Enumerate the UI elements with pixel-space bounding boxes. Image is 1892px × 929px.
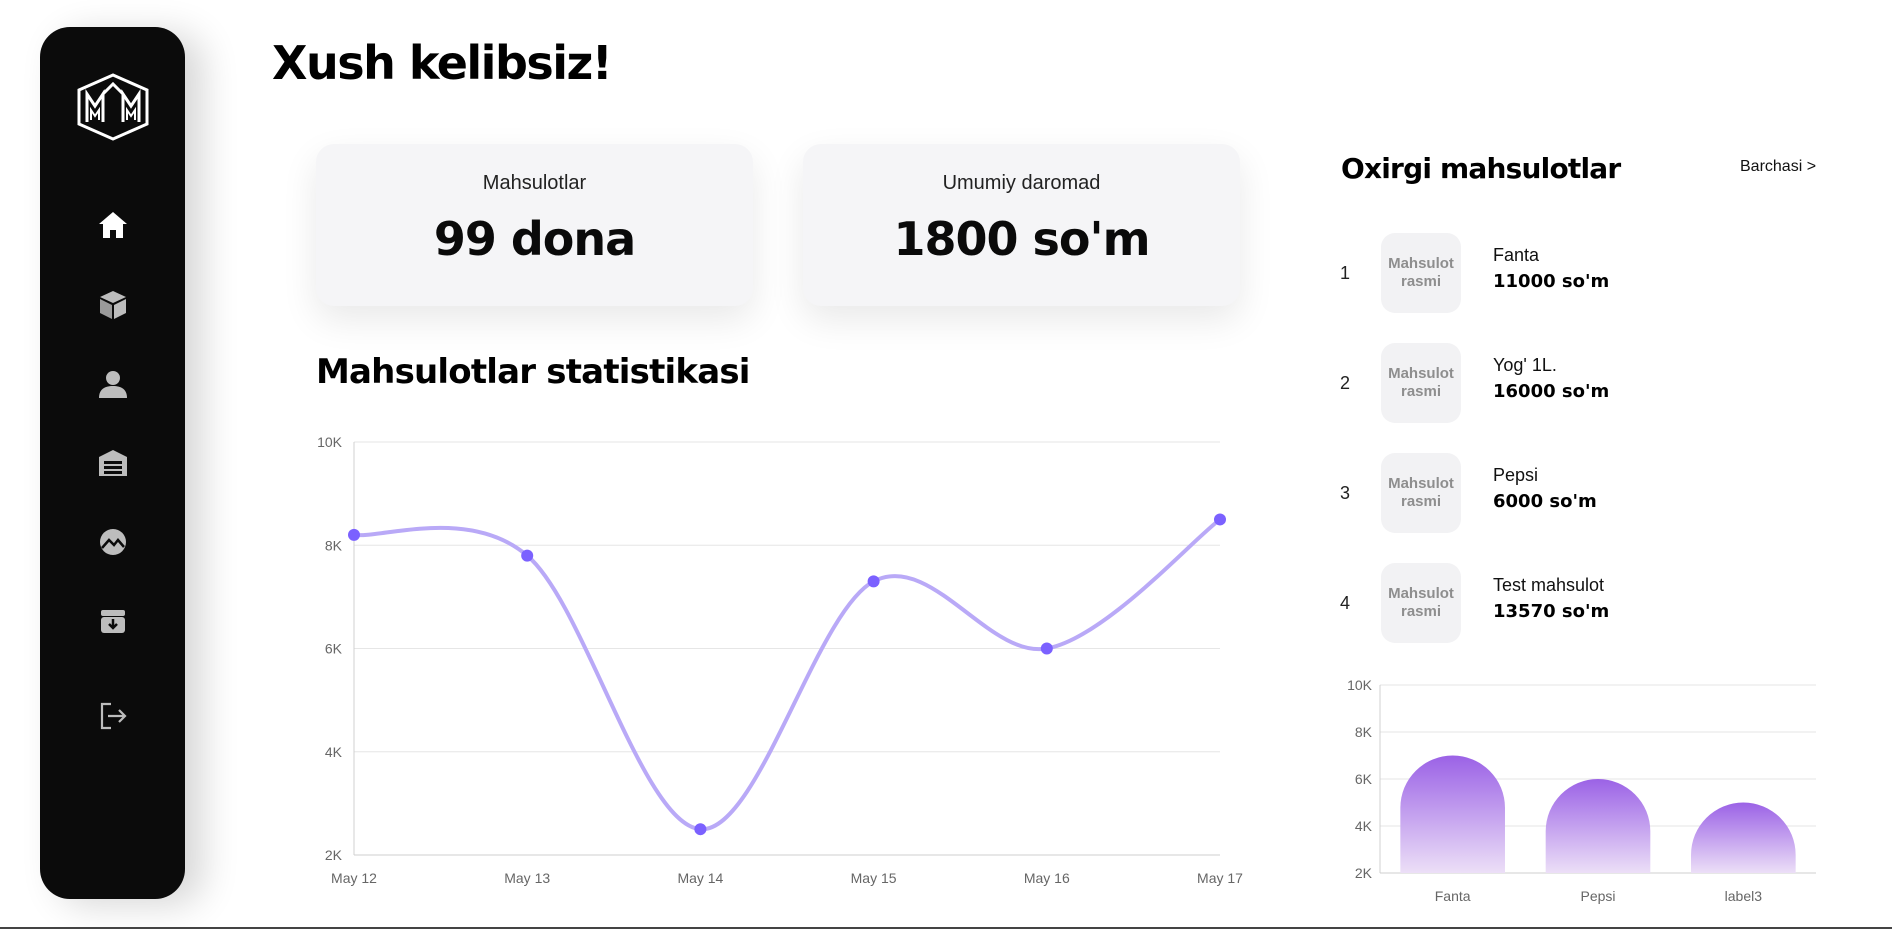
page-title: Xush kelibsiz! xyxy=(272,36,613,90)
sidebar-item-logout[interactable] xyxy=(91,694,135,738)
product-price: 13570 so'm xyxy=(1493,601,1610,622)
data-point xyxy=(521,549,534,562)
series-line xyxy=(353,517,1222,832)
chart-circle-icon xyxy=(99,529,126,555)
product-name: Test mahsulot xyxy=(1493,575,1605,595)
data-point xyxy=(348,528,360,541)
item-index: 3 xyxy=(1340,483,1351,503)
logo-icon[interactable] xyxy=(73,72,153,142)
data-point xyxy=(1040,642,1053,655)
x-tick-label: May 15 xyxy=(851,870,897,886)
y-tick-label: 4K xyxy=(325,744,343,760)
card-label: Umumiy daromad xyxy=(942,172,1101,194)
sidebar-item-stats[interactable] xyxy=(91,520,135,564)
list-item[interactable]: 2 Mahsulot rasmi Yog' 1L. 16000 so'm xyxy=(1340,343,1810,423)
list-item[interactable]: 1 Mahsulot rasmi Fanta 11000 so'm xyxy=(1340,233,1810,313)
recent-products-title: Oxirgi mahsulotlar xyxy=(1341,152,1621,185)
product-thumbnail: Mahsulot rasmi xyxy=(1381,233,1461,313)
logout-icon xyxy=(100,702,127,730)
product-price: 16000 so'm xyxy=(1493,381,1610,402)
x-tick-label: May 17 xyxy=(1197,870,1243,886)
sidebar xyxy=(40,27,185,899)
bar xyxy=(1400,755,1505,873)
box-icon xyxy=(99,291,126,319)
data-point xyxy=(1214,513,1226,526)
x-tick-label: May 16 xyxy=(1024,870,1070,886)
y-tick-label: 10K xyxy=(1347,677,1373,693)
products-bar-chart: 2K 4K 6K 8K 10K Fanta Pepsi label3 xyxy=(1347,677,1816,904)
x-tick-label: Fanta xyxy=(1435,888,1471,904)
x-tick-label: Pepsi xyxy=(1580,888,1615,904)
archive-icon xyxy=(100,610,125,633)
bar xyxy=(1545,779,1651,873)
item-index: 4 xyxy=(1340,593,1351,613)
card-value: 99 dona xyxy=(433,212,636,266)
see-all-link[interactable]: Barchasi > xyxy=(1740,158,1816,176)
item-index: 1 xyxy=(1340,263,1351,283)
product-name: Pepsi xyxy=(1493,465,1539,485)
warehouse-icon xyxy=(98,450,127,476)
sidebar-item-products[interactable] xyxy=(91,283,135,327)
item-index: 2 xyxy=(1340,373,1351,393)
list-item[interactable]: 4 Mahsulot rasmi Test mahsulot 13570 so'… xyxy=(1340,563,1810,643)
list-item[interactable]: 3 Mahsulot rasmi Pepsi 6000 so'm xyxy=(1340,453,1810,533)
product-thumbnail: Mahsulot rasmi xyxy=(1381,343,1461,423)
products-count-card: Mahsulotlar 99 dona xyxy=(316,144,753,306)
data-point xyxy=(694,823,707,836)
total-income-card: Umumiy daromad 1800 so'm xyxy=(803,144,1240,306)
y-tick-label: 8K xyxy=(325,537,343,553)
sidebar-item-warehouse[interactable] xyxy=(91,441,135,485)
bar xyxy=(1691,802,1796,873)
user-icon xyxy=(98,371,127,398)
sidebar-item-users[interactable] xyxy=(91,362,135,406)
data-point xyxy=(867,575,880,588)
y-tick-label: 6K xyxy=(325,641,343,657)
x-tick-label: label3 xyxy=(1725,888,1763,904)
y-tick-label: 10K xyxy=(317,434,343,450)
x-tick-label: May 14 xyxy=(677,870,723,886)
home-icon xyxy=(98,212,127,238)
y-tick-label: 6K xyxy=(1355,771,1373,787)
sidebar-item-home[interactable] xyxy=(91,203,135,247)
y-tick-label: 2K xyxy=(325,847,343,863)
product-thumbnail: Mahsulot rasmi xyxy=(1381,563,1461,643)
product-price: 6000 so'm xyxy=(1493,491,1597,512)
x-tick-label: May 12 xyxy=(331,870,377,886)
y-tick-label: 2K xyxy=(1355,865,1373,881)
stats-title: Mahsulotlar statistikasi xyxy=(316,352,750,392)
sidebar-item-archive[interactable] xyxy=(91,599,135,643)
product-name: Yog' 1L. xyxy=(1493,355,1557,375)
card-label: Mahsulotlar xyxy=(482,172,587,194)
product-price: 11000 so'm xyxy=(1493,271,1610,292)
y-tick-label: 8K xyxy=(1355,724,1373,740)
product-name: Fanta xyxy=(1493,245,1540,265)
y-tick-label: 4K xyxy=(1355,818,1373,834)
card-value: 1800 so'm xyxy=(893,212,1150,266)
product-thumbnail: Mahsulot rasmi xyxy=(1381,453,1461,533)
products-line-chart: 2K 4K 6K 8K 10K May 12 May 13 May 14 May 15 May 1… xyxy=(317,434,1243,886)
x-tick-label: May 13 xyxy=(504,870,550,886)
